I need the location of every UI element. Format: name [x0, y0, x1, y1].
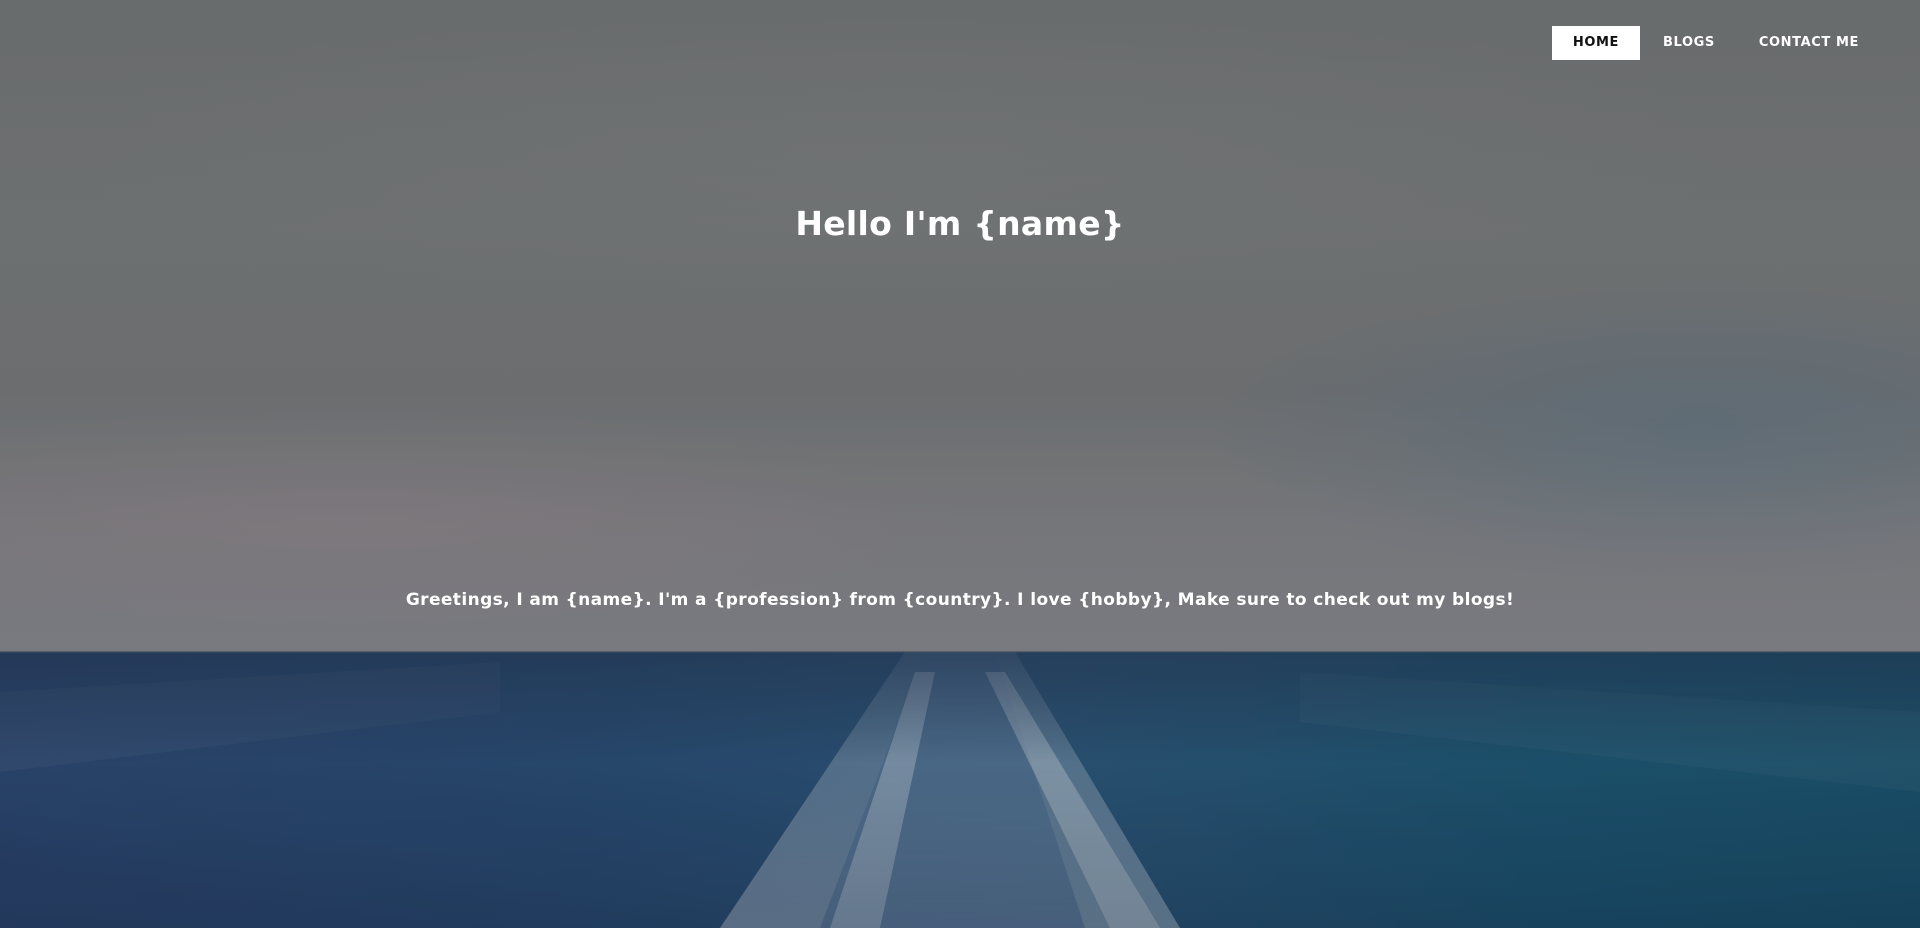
top-navigation: HOME BLOGS CONTACT ME: [1550, 26, 1880, 60]
hero-subtitle: Greetings, I am {name}. I'm a {professio…: [405, 590, 1515, 610]
nav-home-link[interactable]: HOME: [1551, 26, 1641, 60]
hero-section: HOME BLOGS CONTACT ME Hello I'm {name} G…: [0, 0, 1920, 928]
nav-blogs-link[interactable]: BLOGS: [1642, 26, 1736, 60]
dark-overlay: [0, 0, 1920, 928]
hero-title: Hello I'm {name}: [795, 204, 1125, 243]
nav-contact-link[interactable]: CONTACT ME: [1738, 26, 1880, 60]
